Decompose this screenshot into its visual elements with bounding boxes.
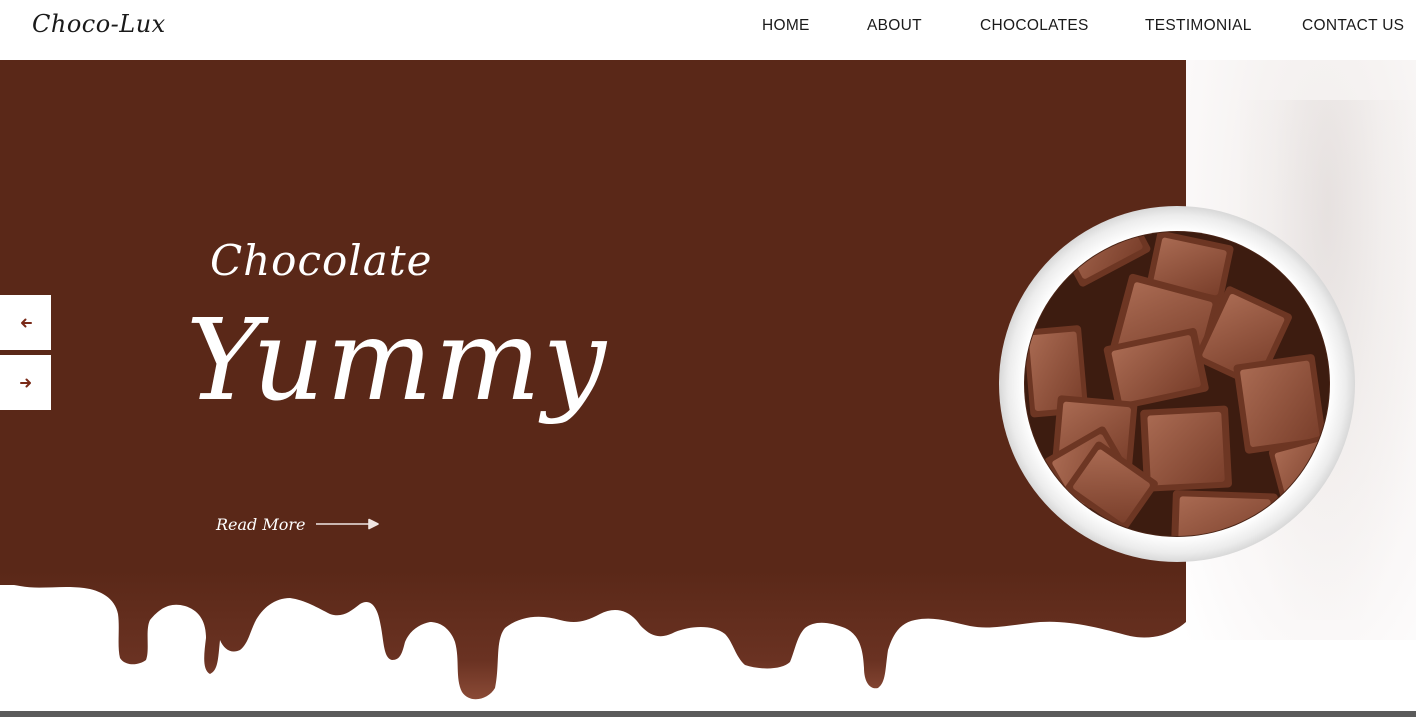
nav-home[interactable]: HOME [762,17,810,35]
hero-title: Yummy [186,296,609,426]
main-nav: HOME ABOUT CHOCOLATES TESTIMONIAL CONTAC… [0,17,1416,37]
slider-next-button[interactable] [0,355,51,410]
hero-subtitle: Chocolate [210,236,433,285]
site-header: Choco-Lux HOME ABOUT CHOCOLATES TESTIMON… [0,0,1416,60]
page-bottom-bar [0,711,1416,717]
nav-chocolates[interactable]: CHOCOLATES [980,17,1089,35]
chocolate-bowl-image [999,206,1355,562]
nav-about[interactable]: ABOUT [867,17,922,35]
chocolate-drip [0,570,1186,700]
nav-contact-us[interactable]: CONTACT US [1302,17,1404,35]
read-more-label: Read More [216,514,306,534]
nav-testimonial[interactable]: TESTIMONIAL [1145,17,1252,35]
slider-prev-button[interactable] [0,295,51,350]
arrow-left-icon [20,318,32,327]
arrow-right-icon [19,378,31,387]
read-more-link[interactable]: Read More [216,512,380,536]
long-arrow-right-icon [315,518,379,530]
